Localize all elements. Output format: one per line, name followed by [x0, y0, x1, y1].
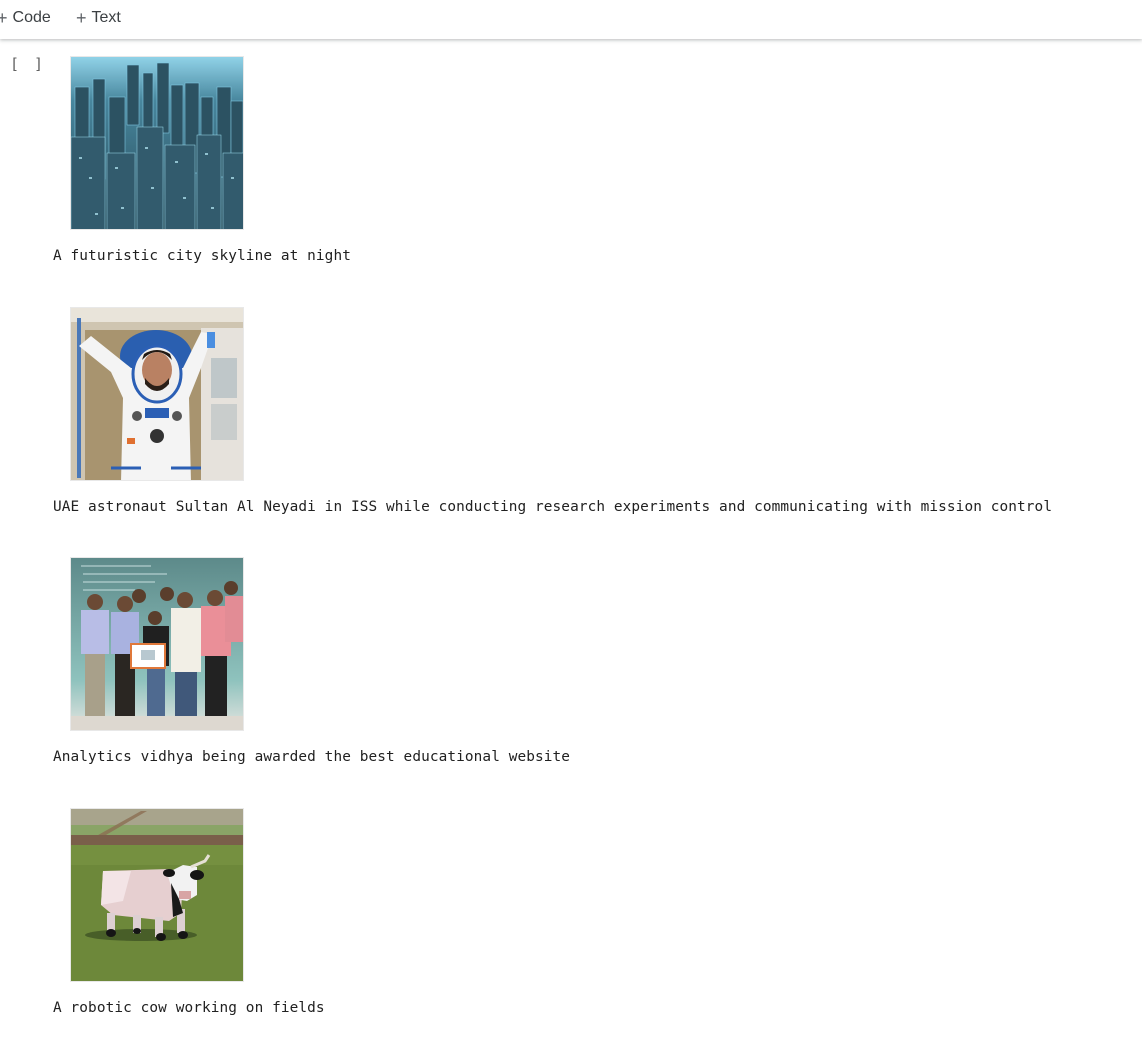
group-award-image [71, 558, 243, 730]
plus-icon: + [0, 8, 8, 28]
code-cell: [ ] A futuristic city skyline at night U… [0, 40, 1142, 1040]
notebook-toolbar: + Code + Text [0, 0, 1142, 39]
robotic-cow-image [71, 809, 243, 981]
output-caption: Analytics vidhya being awarded the best … [53, 749, 571, 765]
output-caption: A futuristic city skyline at night [53, 248, 351, 264]
output-image-group [70, 557, 244, 731]
astronaut-image [71, 308, 243, 480]
add-code-cell-button[interactable]: + Code [0, 7, 51, 29]
output-caption: UAE astronaut Sultan Al Neyadi in ISS wh… [53, 499, 1053, 515]
output-caption: A robotic cow working on fields [53, 1000, 325, 1016]
add-text-cell-button[interactable]: + Text [76, 7, 121, 29]
add-text-label: Text [91, 9, 121, 26]
output-image-city [70, 56, 244, 230]
add-code-label: Code [12, 9, 51, 26]
plus-icon: + [76, 8, 87, 28]
output-image-astronaut [70, 307, 244, 481]
output-image-cow [70, 808, 244, 982]
city-skyline-image [71, 57, 243, 229]
cell-run-button[interactable]: [ ] [10, 55, 46, 73]
